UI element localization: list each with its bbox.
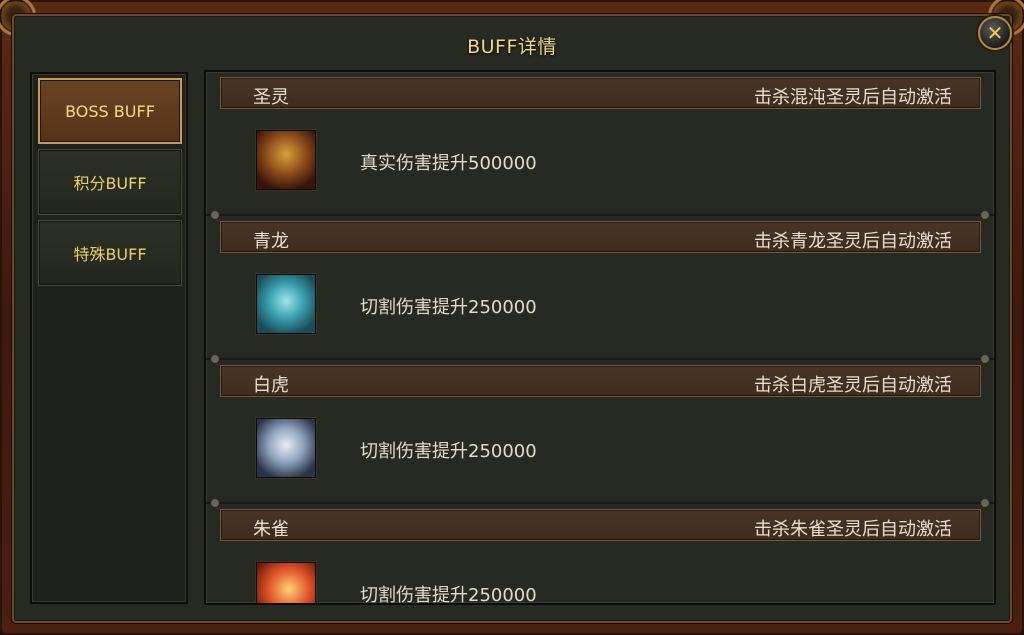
buff-header: 白虎 击杀白虎圣灵后自动激活 — [220, 365, 981, 397]
window-title: BUFF详情 — [467, 36, 557, 58]
golden-beast-icon — [256, 130, 316, 190]
buff-effect: 切割伤害提升250000 — [360, 297, 537, 318]
buff-effect: 切割伤害提升250000 — [360, 441, 537, 462]
close-button[interactable]: ✕ — [978, 16, 1012, 50]
buff-header: 朱雀 击杀朱雀圣灵后自动激活 — [220, 509, 981, 541]
buff-header: 圣灵 击杀混沌圣灵后自动激活 — [220, 77, 981, 109]
sidebar: BOSS BUFF 积分BUFF 特殊BUFF — [30, 72, 188, 604]
list-item: 青龙 击杀青龙圣灵后自动激活 切割伤害提升250000 — [206, 216, 994, 364]
azure-dragon-icon — [256, 274, 316, 334]
sidebar-item-label: 积分BUFF — [73, 174, 147, 193]
buff-name: 圣灵 — [253, 87, 289, 108]
buff-name: 白虎 — [253, 375, 289, 396]
list-item: 朱雀 击杀朱雀圣灵后自动激活 切割伤害提升250000 — [206, 504, 994, 605]
sidebar-item-label: 特殊BUFF — [73, 245, 147, 264]
buff-effect: 真实伤害提升500000 — [360, 153, 537, 174]
buff-condition: 击杀白虎圣灵后自动激活 — [754, 375, 952, 396]
buff-condition: 击杀青龙圣灵后自动激活 — [754, 231, 952, 252]
white-tiger-icon — [256, 418, 316, 478]
list-item: 白虎 击杀白虎圣灵后自动激活 切割伤害提升250000 — [206, 360, 994, 508]
close-icon: ✕ — [986, 21, 1004, 45]
buff-name: 朱雀 — [253, 519, 289, 540]
buff-list: 圣灵 击杀混沌圣灵后自动激活 真实伤害提升500000 青龙 击杀青龙圣灵后自动… — [206, 72, 994, 605]
buff-header: 青龙 击杀青龙圣灵后自动激活 — [220, 221, 981, 253]
buff-effect: 切割伤害提升250000 — [360, 585, 537, 605]
buff-condition: 击杀朱雀圣灵后自动激活 — [754, 519, 952, 540]
buff-details-window: BUFF详情 ✕ BOSS BUFF 积分BUFF 特殊BUFF 圣灵 击杀混沌… — [0, 0, 1024, 635]
buff-condition: 击杀混沌圣灵后自动激活 — [754, 87, 952, 108]
sidebar-item-label: BOSS BUFF — [65, 101, 155, 121]
buff-list-panel[interactable]: 圣灵 击杀混沌圣灵后自动激活 真实伤害提升500000 青龙 击杀青龙圣灵后自动… — [204, 70, 996, 605]
sidebar-item-special-buff[interactable]: 特殊BUFF — [38, 220, 182, 286]
sidebar-item-points-buff[interactable]: 积分BUFF — [38, 149, 182, 215]
sidebar-item-boss-buff[interactable]: BOSS BUFF — [38, 78, 182, 144]
vermilion-bird-icon — [256, 562, 316, 603]
list-item: 圣灵 击杀混沌圣灵后自动激活 真实伤害提升500000 — [206, 72, 994, 220]
buff-name: 青龙 — [253, 231, 289, 252]
